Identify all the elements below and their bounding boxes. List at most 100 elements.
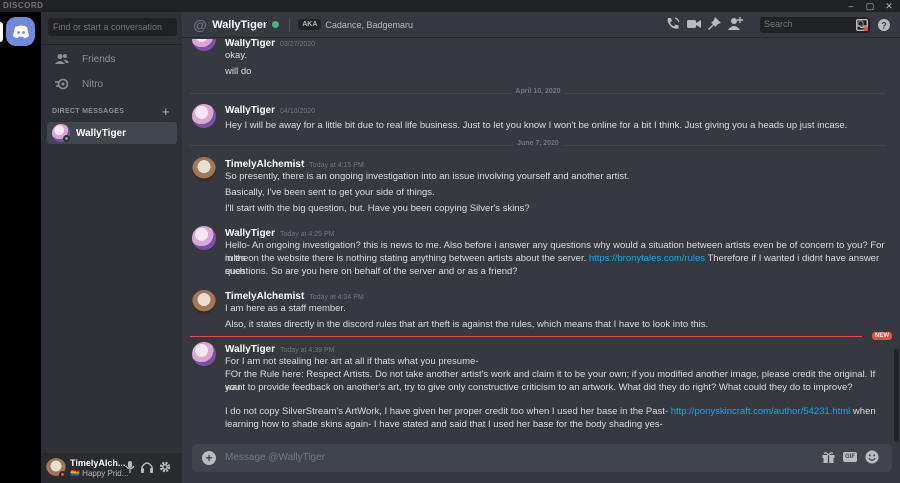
message-text: learning how to shade skins again- I hav… [225, 419, 663, 430]
composer-tools: GIF [822, 450, 879, 464]
svg-text:?: ? [881, 20, 887, 30]
nicknames: Cadance, Badgemaru [325, 19, 413, 30]
date-divider: April 10, 2020 [190, 88, 886, 95]
find-conversation-input[interactable]: Find or start a conversation [48, 18, 177, 36]
message-author[interactable]: WallyTiger 04/10/2020 [225, 105, 315, 116]
message-timestamp: Today at 4:34 PM [309, 294, 364, 301]
dm-section-header: DIRECT MESSAGES [52, 108, 125, 115]
chat-header: @ WallyTiger AKA Cadance, Badgemaru Sear… [182, 12, 900, 38]
message-text: I'll start with the big question, but. H… [225, 203, 530, 214]
message-timestamp: Today at 4:39 PM [280, 347, 335, 354]
header-toolbar [666, 17, 743, 30]
search-input[interactable]: Search [760, 17, 870, 33]
header-divider [289, 17, 291, 32]
message-text: Basically, I've been sent to get your si… [225, 187, 435, 198]
rules-link[interactable]: https://bronytales.com/rules [589, 253, 705, 264]
maximize-button[interactable]: ▢ [861, 0, 879, 12]
headphones-icon[interactable] [141, 461, 153, 473]
new-badge: NEW [872, 332, 892, 340]
video-call-icon[interactable] [687, 18, 701, 30]
message-avatar[interactable] [192, 104, 216, 128]
message-composer: + Message @WallyTiger GIF [192, 444, 892, 472]
message-text: I do not copy SilverStream's ArtWork, I … [225, 406, 876, 417]
message-author[interactable]: WallyTiger Today at 4:39 PM [225, 344, 335, 355]
new-messages-divider: NEW [190, 332, 892, 340]
message-author[interactable]: WallyTiger Today at 4:25 PM [225, 228, 335, 239]
help-icon[interactable]: ? [878, 19, 890, 31]
message-timestamp: 03/27/2020 [280, 41, 316, 48]
message-avatar[interactable] [192, 290, 216, 314]
voice-call-icon[interactable] [666, 17, 680, 30]
dm-item-wallytiger[interactable]: WallyTiger [47, 122, 177, 144]
message-text: For I am not stealing her art at all if … [225, 356, 479, 367]
online-status-icon [63, 135, 70, 142]
home-button[interactable] [6, 17, 35, 46]
selected-indicator [0, 22, 3, 42]
custom-status: 🏳️‍🌈 Happy Prid... [70, 469, 129, 478]
create-dm-button[interactable]: + [162, 104, 170, 119]
chat-main: @ WallyTiger AKA Cadance, Badgemaru Sear… [182, 12, 900, 483]
message-text: So presently, there is an ongoing invest… [225, 171, 630, 182]
online-status-icon [272, 21, 280, 28]
aka-badge: AKA [298, 19, 322, 30]
user-controls [125, 461, 171, 473]
add-friend-to-dm-icon[interactable] [728, 17, 743, 30]
message-text: I am here as a staff member. [225, 303, 346, 314]
message-text: Hey I will be away for a little bit due … [225, 120, 848, 131]
message-timestamp: 04/10/2020 [280, 108, 316, 115]
microphone-icon[interactable] [125, 461, 135, 473]
message-avatar[interactable] [192, 342, 216, 366]
message-text: Also, it states directly in the discord … [225, 319, 709, 330]
message-text: questions. So are you here on behalf of … [225, 266, 518, 277]
gift-icon[interactable] [822, 451, 835, 463]
settings-gear-icon[interactable] [159, 461, 171, 473]
message-author[interactable]: TimelyAlchemist Today at 4:15 PM [225, 159, 364, 170]
message-text: okay. [225, 50, 248, 61]
friends-nav[interactable]: Friends [47, 48, 177, 70]
message-text: will do [225, 66, 252, 77]
nitro-nav[interactable]: Nitro [47, 73, 177, 95]
date-divider-label: April 10, 2020 [511, 88, 565, 95]
message-input[interactable]: Message @WallyTiger [225, 452, 325, 463]
message-timestamp: Today at 4:25 PM [280, 231, 335, 238]
upload-plus-icon[interactable]: + [202, 451, 216, 465]
gif-button[interactable]: GIF [843, 452, 857, 462]
sidebar-divider [41, 44, 182, 45]
message-scrollbar[interactable] [893, 39, 900, 444]
emoji-icon[interactable] [865, 450, 879, 464]
message-avatar[interactable] [192, 157, 216, 181]
message-text: want to provide feedback on another's ar… [225, 382, 853, 393]
message-list: WallyTiger 03/27/2020 okay. will do April… [182, 39, 893, 444]
friends-label: Friends [82, 53, 116, 65]
avatar [52, 124, 70, 142]
nitro-label: Nitro [82, 78, 104, 90]
inbox-icon[interactable] [856, 19, 868, 31]
chat-title[interactable]: WallyTiger [212, 19, 267, 31]
scrollbar-thumb[interactable] [894, 349, 899, 442]
message-timestamp: Today at 4:15 PM [309, 162, 364, 169]
minimize-button[interactable]: – [842, 0, 860, 12]
ponyskincraft-link[interactable]: http://ponyskincraft.com/author/54231.ht… [671, 406, 851, 417]
nitro-icon [53, 78, 71, 90]
dnd-status-icon [59, 471, 66, 478]
friends-icon [53, 53, 71, 65]
date-divider: June 7, 2020 [190, 140, 886, 147]
title-bar: DISCORD – ▢ ✕ [0, 0, 900, 12]
message-author[interactable]: TimelyAlchemist Today at 4:34 PM [225, 291, 364, 302]
message-author[interactable]: WallyTiger 03/27/2020 [225, 39, 315, 49]
message-avatar[interactable] [192, 226, 216, 250]
dm-item-label: WallyTiger [76, 127, 127, 139]
server-rail [0, 12, 41, 483]
pin-icon[interactable] [708, 17, 721, 30]
close-button[interactable]: ✕ [880, 0, 898, 12]
message-avatar[interactable] [192, 39, 216, 51]
date-divider-label: June 7, 2020 [513, 140, 563, 147]
dm-sidebar: Find or start a conversation Friends Nit… [41, 12, 182, 483]
user-panel: TimelyAlch... 🏳️‍🌈 Happy Prid... [41, 453, 182, 483]
discord-logo-icon [12, 25, 29, 38]
user-avatar[interactable] [46, 458, 66, 478]
search-placeholder: Search [764, 19, 793, 29]
app-brand: DISCORD [3, 1, 44, 10]
at-icon: @ [193, 16, 208, 33]
username: TimelyAlch... [70, 458, 126, 468]
